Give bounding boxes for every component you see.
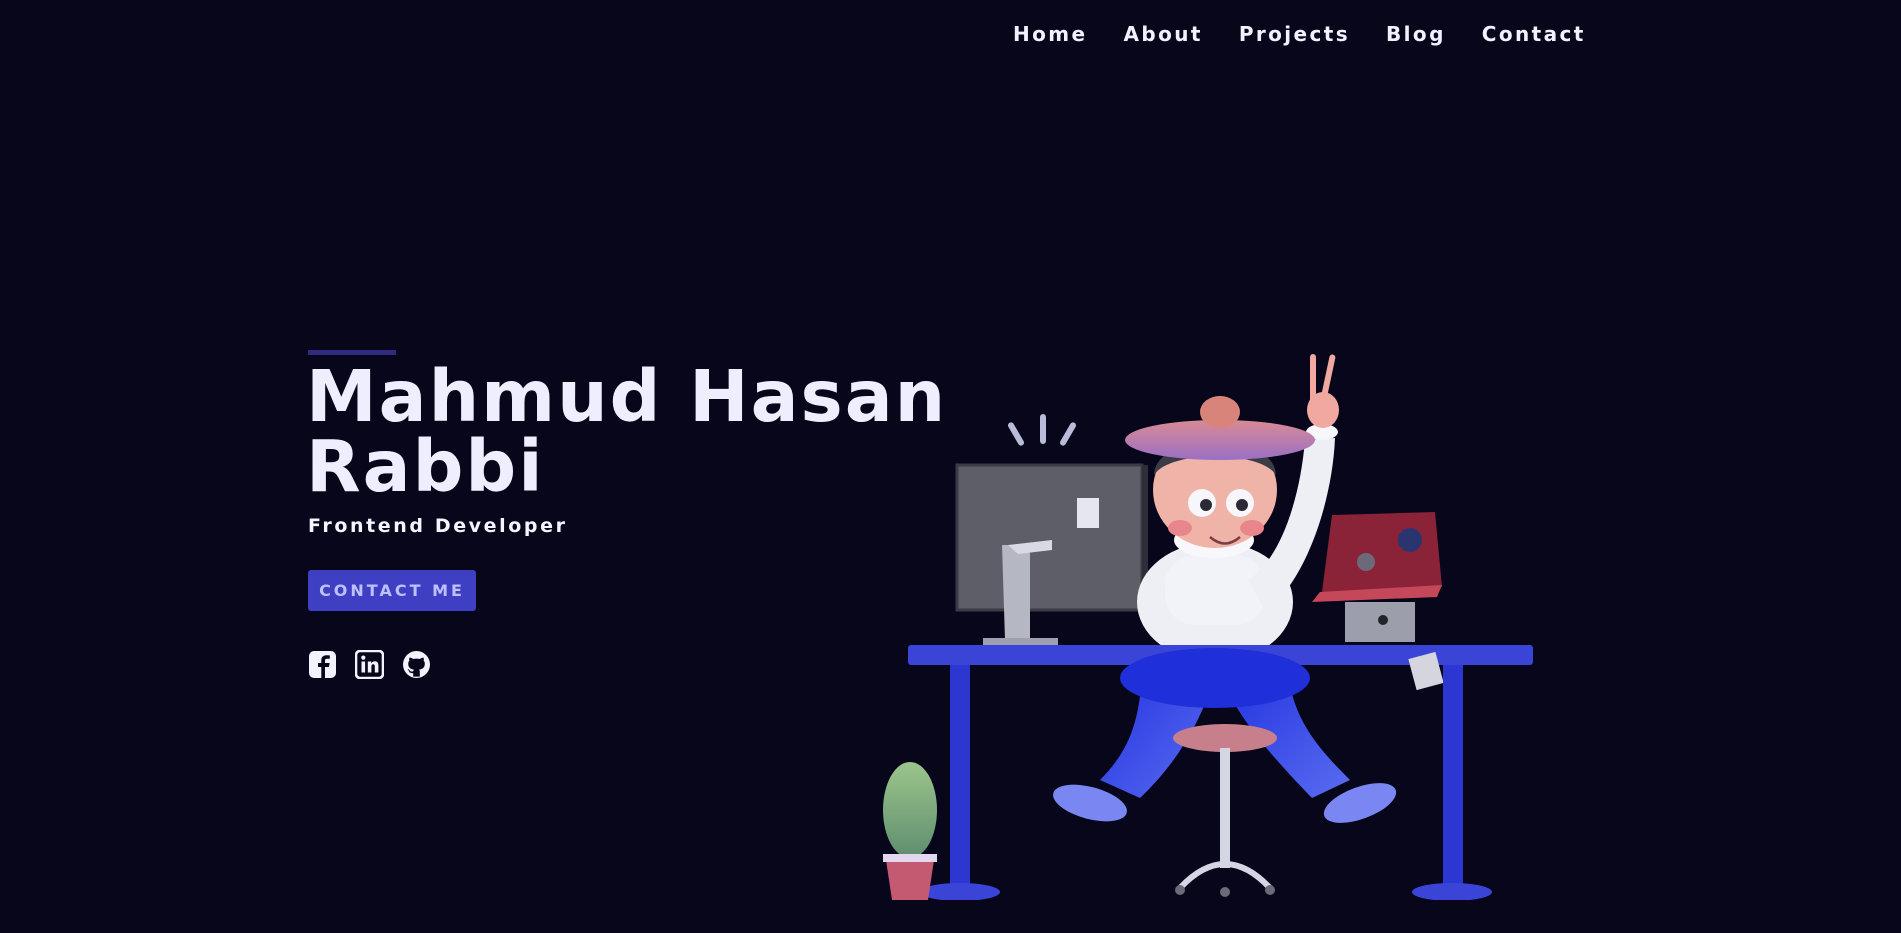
nav-home-link[interactable]: Home xyxy=(1013,22,1087,46)
nav-projects-link[interactable]: Projects xyxy=(1239,22,1350,46)
social-links xyxy=(308,649,431,680)
hero-role: Frontend Developer xyxy=(308,515,568,537)
github-icon[interactable] xyxy=(402,650,431,679)
linkedin-icon[interactable] xyxy=(354,649,385,680)
nav-about-link[interactable]: About xyxy=(1123,22,1202,46)
contact-me-button[interactable]: CONTACT ME xyxy=(308,570,476,611)
nav-contact-link[interactable]: Contact xyxy=(1482,22,1586,46)
nav-blog-link[interactable]: Blog xyxy=(1386,22,1446,46)
developer-desk-illustration xyxy=(883,354,1533,900)
facebook-icon[interactable] xyxy=(308,650,337,679)
main-nav: Home About Projects Blog Contact xyxy=(1013,22,1622,46)
